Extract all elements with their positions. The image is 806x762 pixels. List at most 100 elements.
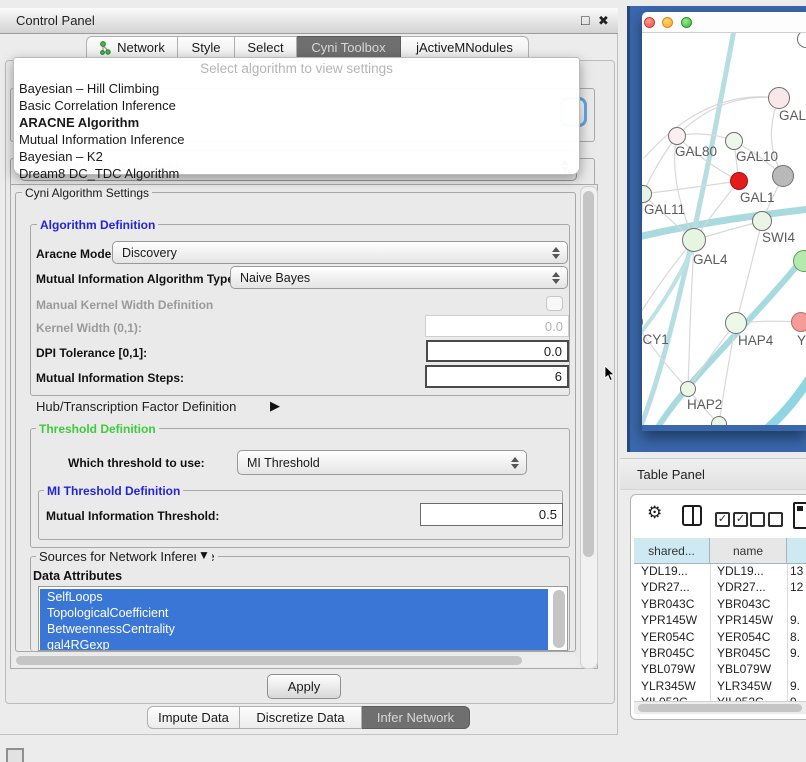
table-row[interactable]: YBL079W YBL079W: [634, 662, 806, 678]
node-label: GCY1: [642, 332, 669, 347]
node-label: HAP4: [738, 333, 773, 348]
bottom-tab-impute-data[interactable]: Impute Data: [147, 706, 240, 729]
mi-type-combo[interactable]: Naive Bayes: [230, 266, 568, 289]
node-label: SWI4: [762, 230, 795, 245]
threshold-definition-title: Threshold Definition: [36, 422, 159, 436]
hub-section-label[interactable]: Hub/Transcription Factor Definition: [36, 399, 236, 414]
bottom-tab-discretize-data[interactable]: Discretize Data: [240, 706, 362, 729]
settings-vscrollbar[interactable]: [580, 186, 598, 669]
algorithm-option[interactable]: Basic Correlation Inference: [14, 97, 579, 114]
function-builder-icon[interactable]: [793, 502, 806, 529]
attributes-list-vscrollbar-thumb[interactable]: [553, 590, 565, 648]
dpi-tolerance-label: DPI Tolerance [0,1]:: [36, 346, 147, 360]
gear-icon[interactable]: ⚙: [647, 503, 662, 523]
column-header-shared-name[interactable]: shared...: [634, 538, 710, 564]
table-hscrollbar[interactable]: [634, 701, 806, 714]
manual-kernel-checkbox[interactable]: [546, 296, 563, 311]
network-node[interactable]: [668, 127, 686, 145]
select-all-columns-icon[interactable]: ✓ ✓: [715, 512, 748, 527]
tab-cyni-toolbox[interactable]: Cyni Toolbox: [297, 36, 401, 59]
table-row[interactable]: YER054C YER054C 8.: [634, 630, 806, 646]
table-row[interactable]: YLR345W YLR345W 9.: [634, 679, 806, 695]
attribute-item-selected[interactable]: TopologicalCoefficient: [40, 605, 548, 621]
settings-hscrollbar-thumb[interactable]: [16, 656, 522, 665]
mi-threshold-group-title: MI Threshold Definition: [44, 484, 183, 498]
data-attributes-list[interactable]: SelfLoops TopologicalCoefficient Between…: [38, 586, 568, 651]
network-node[interactable]: [772, 165, 794, 187]
tab-cyni-toolbox-label: Cyni Toolbox: [311, 40, 385, 55]
control-panel-titlebar[interactable]: Control Panel □ ✖: [0, 8, 618, 34]
network-canvas[interactable]: GAL GAL80 GAL10 GAL1 GAL11 SWI4 GAL4 GCY…: [642, 33, 806, 425]
network-window-titlebar[interactable]: [642, 12, 806, 33]
mi-type-value: Naive Bayes: [240, 271, 310, 285]
combo-spinner-icon: [552, 247, 560, 259]
network-node[interactable]: [768, 87, 790, 109]
table-row[interactable]: YDR27... YDR27... 12: [634, 580, 806, 596]
tab-jactivemnodules[interactable]: jActiveMNodules: [401, 36, 529, 59]
hub-expand-icon[interactable]: ▶: [270, 398, 280, 414]
sources-group-title[interactable]: Sources for Network Inference: [36, 549, 218, 564]
column-header-name[interactable]: name: [710, 538, 787, 564]
table-row[interactable]: YDL19... YDL19... 13: [634, 564, 806, 580]
table-row[interactable]: YBR043C YBR043C: [634, 597, 806, 613]
tab-select-label: Select: [247, 40, 283, 55]
combo-spinner-icon: [552, 272, 560, 284]
attribute-item-selected[interactable]: BetweennessCentrality: [40, 621, 548, 637]
algorithm-option-selected[interactable]: ARACNE Algorithm: [14, 114, 579, 131]
mi-threshold-field[interactable]: 0.5: [420, 503, 563, 526]
mouse-cursor: [604, 366, 616, 382]
network-node[interactable]: [752, 211, 772, 231]
tab-jactivemnodules-label: jActiveMNodules: [416, 40, 513, 55]
aracne-mode-combo[interactable]: Discovery: [112, 241, 568, 264]
table-hscrollbar-thumb[interactable]: [638, 704, 802, 712]
network-node[interactable]: [711, 416, 727, 425]
algorithm-option[interactable]: Dream8 DC_TDC Algorithm: [14, 165, 579, 182]
mac-zoom-button[interactable]: [681, 17, 692, 28]
apply-button[interactable]: Apply: [267, 674, 341, 699]
settings-hscrollbar[interactable]: [12, 655, 578, 667]
node-label: HAP2: [687, 397, 722, 412]
tab-network[interactable]: Network: [86, 36, 178, 59]
which-threshold-combo[interactable]: MI Threshold: [237, 450, 527, 475]
settings-vscrollbar-thumb[interactable]: [583, 191, 594, 557]
table-panel-container: ⚙ ✓ ✓ shared... name YDL19... YDL19...: [630, 494, 806, 720]
tab-style[interactable]: Style: [178, 36, 235, 59]
table-row[interactable]: YBR045C YBR045C 9.: [634, 646, 806, 662]
attribute-item-selected[interactable]: gal4RGexp: [40, 637, 548, 651]
split-pane-icon[interactable]: [682, 505, 702, 526]
aracne-mode-label: Aracne Mode:: [36, 247, 115, 261]
network-node[interactable]: [725, 132, 743, 150]
mi-steps-field[interactable]: 6: [425, 365, 569, 388]
tab-style-label: Style: [192, 40, 221, 55]
tab-select[interactable]: Select: [235, 36, 297, 59]
sources-collapse-icon[interactable]: ▼: [196, 548, 212, 562]
collapsed-panel-stub[interactable]: [6, 748, 24, 762]
network-node[interactable]: [791, 312, 806, 332]
algorithm-option[interactable]: Mutual Information Inference: [14, 131, 579, 148]
column-header-partial[interactable]: [787, 538, 806, 564]
float-icon[interactable]: □: [581, 13, 589, 27]
algorithm-option[interactable]: Bayesian – K2: [14, 148, 579, 165]
kernel-width-field[interactable]: 0.0: [425, 315, 569, 337]
node-label: GAL11: [644, 202, 685, 217]
bottom-tab-infer-network[interactable]: Infer Network: [362, 706, 470, 729]
mi-steps-label: Mutual Information Steps:: [36, 371, 184, 385]
mac-close-button[interactable]: [644, 17, 655, 28]
network-node-selected[interactable]: [730, 172, 748, 190]
screen: Control Panel □ ✖ Network Style Select C…: [0, 0, 806, 762]
network-node[interactable]: [725, 312, 747, 334]
dpi-tolerance-field[interactable]: 0.0: [426, 340, 569, 362]
node-label: GAL4: [693, 252, 728, 267]
network-node[interactable]: [682, 228, 706, 252]
control-panel-title: Control Panel: [16, 13, 95, 28]
table-row[interactable]: YPR145W YPR145W 9.: [634, 613, 806, 629]
algorithm-popup-placeholder: Select algorithm to view settings: [14, 58, 579, 80]
deselect-all-columns-icon[interactable]: [750, 512, 783, 527]
close-icon[interactable]: ✖: [598, 14, 609, 27]
attribute-item-selected[interactable]: SelfLoops: [40, 589, 548, 605]
mac-minimize-button[interactable]: [662, 17, 673, 28]
data-attributes-label: Data Attributes: [33, 569, 122, 583]
network-node[interactable]: [680, 381, 696, 397]
table-panel-titlebar[interactable]: Table Panel: [620, 458, 806, 490]
algorithm-option[interactable]: Bayesian – Hill Climbing: [14, 80, 579, 97]
